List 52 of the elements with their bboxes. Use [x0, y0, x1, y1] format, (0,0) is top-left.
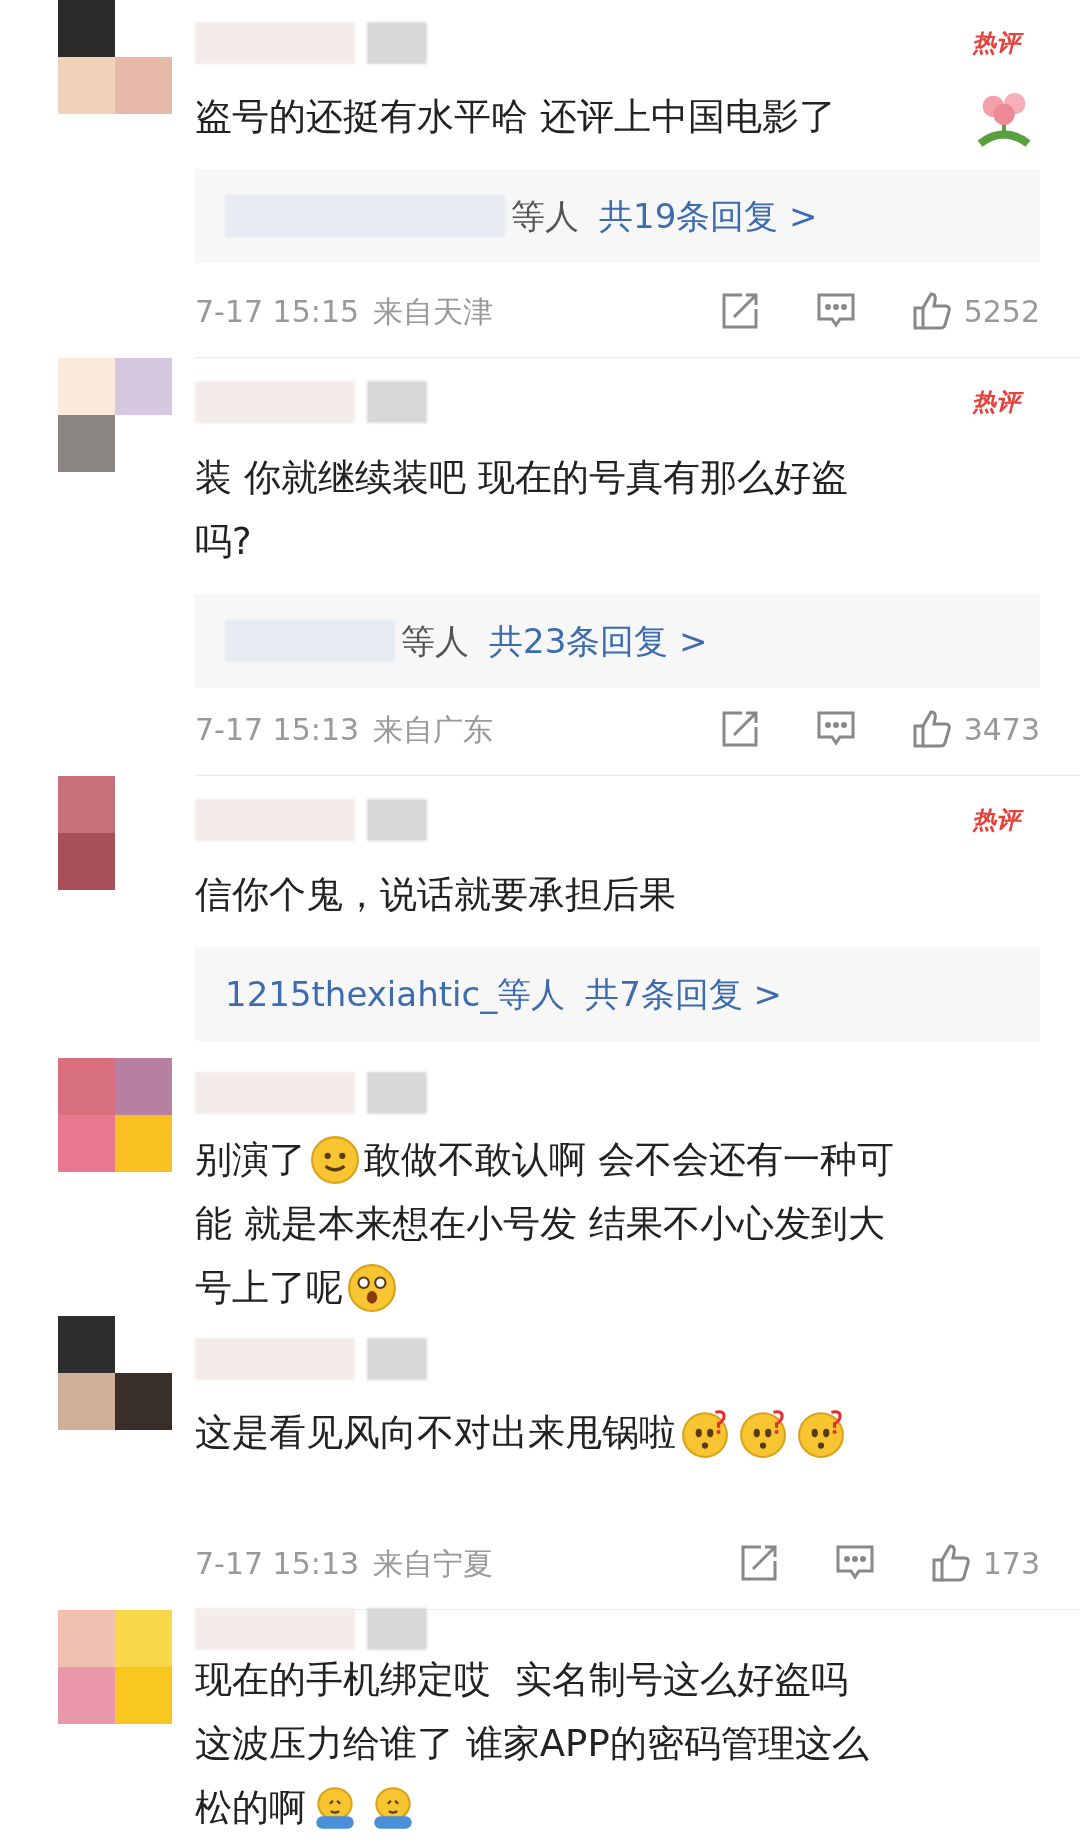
like-count: 5252 [963, 292, 1040, 331]
replies-panel[interactable]: 等人 共19条回复 > [195, 169, 1040, 263]
comment-text: 能 就是本来想在小号发 结果不小心发到大 [195, 1201, 885, 1248]
comment-location: 来自广东 [373, 710, 494, 749]
blurred-username [367, 1337, 427, 1380]
comment-text: 盗号的还挺有水平哈 还评上中国电影了 [195, 94, 836, 141]
comment-location: 来自天津 [373, 292, 494, 331]
reply-users[interactable]: 1215thexiahtic_等人 [225, 968, 566, 1020]
comment-icon[interactable] [834, 1544, 875, 1582]
comment-icon[interactable] [815, 292, 856, 330]
comment-text: 吗? [195, 519, 252, 566]
avatar-icon[interactable] [58, 1316, 172, 1430]
comment-text: 这是看见风向不对出来甩锅啦 [195, 1410, 676, 1457]
blurred-username [367, 798, 427, 841]
comment-time: 7-17 15:13 [195, 1544, 360, 1583]
emoji-icon [310, 1135, 360, 1185]
emoji-icon [347, 1263, 397, 1313]
comment-location: 来自宁夏 [373, 1544, 494, 1583]
comment-icon[interactable] [815, 710, 856, 748]
blurred-username [367, 21, 427, 64]
comment-text: 现在的手机绑定哎 实名制号这么好盗吗 [195, 1657, 848, 1704]
comment-text: 别演了 [195, 1137, 306, 1184]
blurred-username [367, 1072, 427, 1114]
hot-label: 热评 [972, 384, 1040, 420]
comment-text: 松的啊 [195, 1785, 306, 1832]
reply-users[interactable]: 等人 [511, 190, 579, 242]
comment-text: 装 你就继续装吧 现在的号真有那么好盗 [195, 455, 848, 502]
blurred-username [367, 1608, 427, 1650]
comment-time: 7-17 15:15 [195, 292, 360, 331]
hot-label: 热评 [972, 24, 1040, 61]
emoji-icon [680, 1408, 730, 1458]
reply-count-link[interactable]: 共23条回复 > [489, 615, 708, 667]
blurred-username [367, 381, 427, 423]
like-count: 3473 [963, 710, 1040, 749]
emoji-icon [738, 1408, 788, 1458]
thumbs-up-icon[interactable] [911, 709, 952, 749]
replies-panel[interactable]: 1215thexiahtic_等人 共7条回复 > [195, 947, 1040, 1041]
comment-text: 敢做不敢认啊 会不会还有一种可 [364, 1137, 894, 1184]
avatar-icon[interactable] [58, 0, 172, 114]
comment-text: 号上了呢 [195, 1265, 343, 1312]
reply-count-link[interactable]: 共19条回复 > [599, 190, 818, 242]
reply-users[interactable]: 等人 [401, 615, 469, 667]
comment-text: 这波压力给谁了 谁家APP的密码管理这么 [195, 1721, 869, 1768]
comment-text: 信你个鬼，说话就要承担后果 [195, 872, 676, 919]
like-count: 173 [982, 1544, 1040, 1583]
comment-time: 7-17 15:13 [195, 710, 360, 749]
emoji-icon [796, 1408, 846, 1458]
thumbs-up-icon[interactable] [930, 1543, 971, 1583]
thumbs-up-icon[interactable] [911, 291, 952, 331]
reply-count-link[interactable]: 共7条回复 > [585, 968, 783, 1020]
replies-panel[interactable]: 等人 共23条回复 > [195, 594, 1040, 688]
hot-label: 热评 [972, 801, 1040, 838]
